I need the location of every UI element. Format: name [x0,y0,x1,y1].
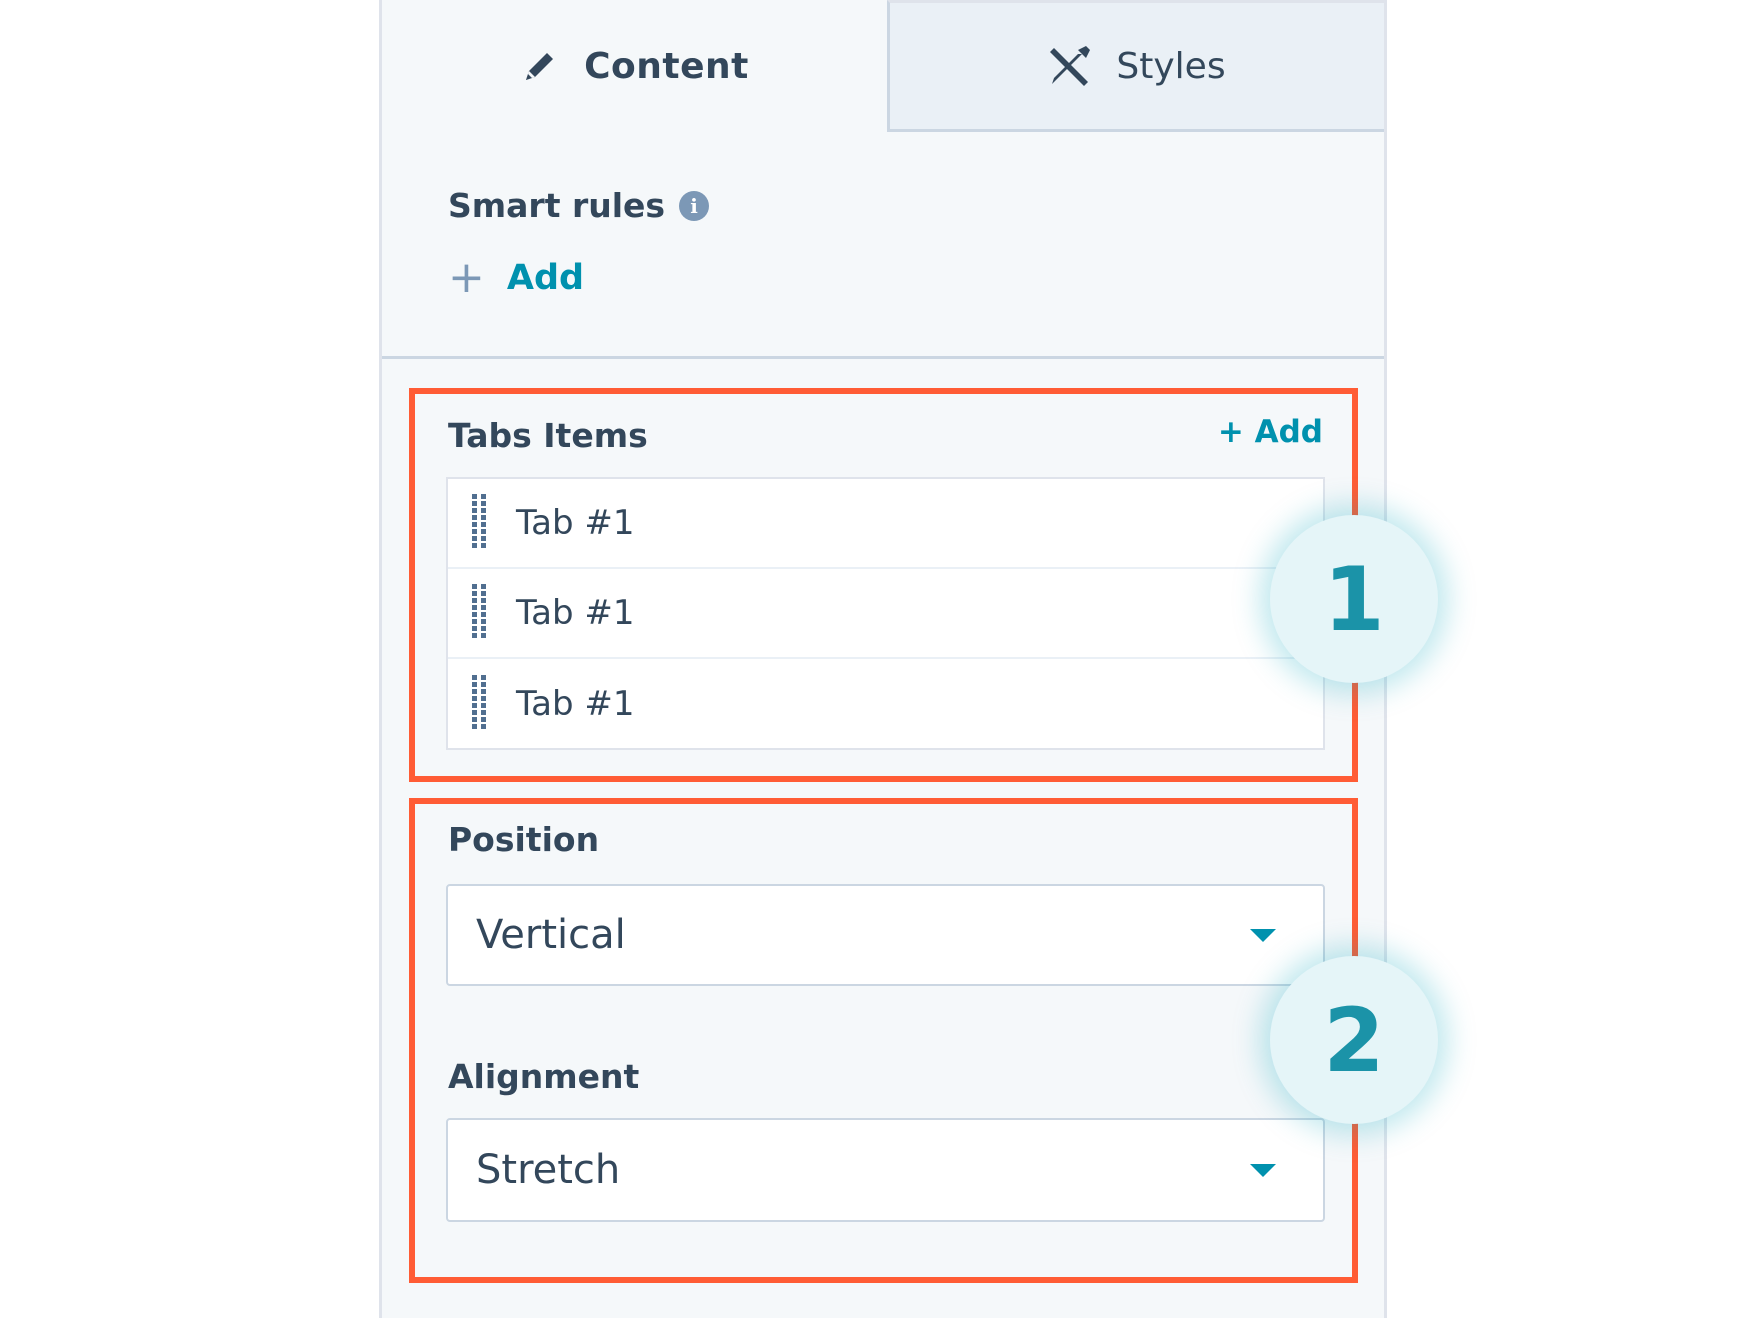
smart-rules-text: Smart rules [448,186,666,225]
step-badge-1: 1 [1270,515,1438,683]
plus-icon: + [448,252,485,303]
info-icon[interactable]: i [679,190,710,221]
tab-content[interactable]: Content [382,0,887,132]
tab-styles[interactable]: Styles [887,0,1384,132]
pencil-icon [520,46,560,86]
smart-rules-label: Smart rules i [448,186,710,225]
smart-rules-add-button[interactable]: + Add [448,256,584,300]
brush-icon [1048,44,1092,88]
highlight-box-position-alignment [409,798,1358,1283]
smart-rules-section: Smart rules i + Add [382,132,1384,359]
smart-rules-add-label: Add [506,258,585,298]
highlight-box-tabs-items [409,388,1358,782]
editor-panel: Content Styles Smart rules i + Add Tabs … [379,0,1387,1318]
tab-content-label: Content [584,45,749,87]
tab-styles-label: Styles [1116,45,1226,87]
step-badge-2: 2 [1270,956,1438,1124]
tab-bar: Content Styles [382,0,1384,132]
